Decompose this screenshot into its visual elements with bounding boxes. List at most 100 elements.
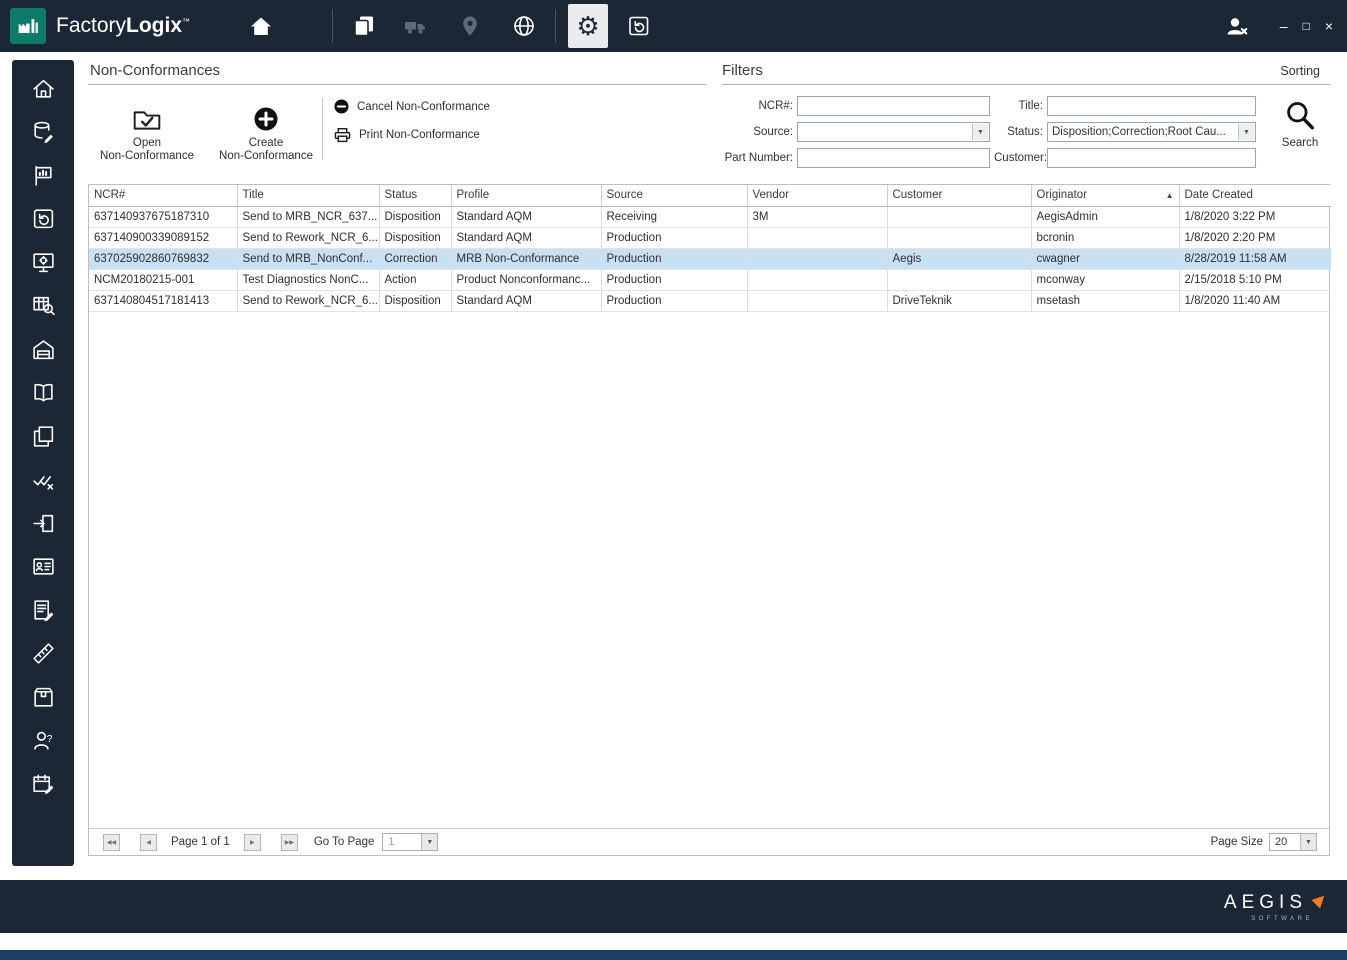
- cancel-nonconformance-button[interactable]: Cancel Non-Conformance: [334, 99, 490, 114]
- grid-header-row: NCR#TitleStatusProfileSourceVendorCustom…: [89, 185, 1331, 206]
- cell: 3M: [747, 206, 887, 227]
- settings-gear-icon[interactable]: ⚙: [568, 4, 608, 48]
- column-header-source[interactable]: Source: [601, 185, 747, 206]
- print-nonconformance-button[interactable]: Print Non-Conformance: [334, 127, 480, 143]
- filters-underline: [722, 84, 1330, 85]
- home-icon[interactable]: [27, 74, 59, 102]
- cell: [887, 227, 1031, 248]
- create-label-line2: Non-Conformance: [210, 150, 322, 163]
- cell: 637025902860769832: [89, 248, 237, 269]
- id-card-icon[interactable]: [27, 553, 59, 581]
- database-pencil-icon[interactable]: [27, 118, 59, 146]
- cell: Send to Rework_NCR_6...: [237, 290, 379, 311]
- goto-page-value: 1: [388, 834, 394, 850]
- table-row[interactable]: 637140804517181413Send to Rework_NCR_6..…: [89, 290, 1331, 311]
- pages-icon[interactable]: [347, 9, 381, 43]
- customer-input[interactable]: [1047, 148, 1256, 168]
- flag-chart-icon[interactable]: [27, 161, 59, 189]
- plus-circle-icon: [210, 102, 322, 132]
- topbar-divider-2: [555, 9, 556, 43]
- user-question-icon[interactable]: ?: [27, 727, 59, 755]
- cell: 1/8/2020 3:22 PM: [1179, 206, 1331, 227]
- chevron-down-icon[interactable]: ▼: [1300, 834, 1316, 850]
- first-page-button[interactable]: ◀◀: [103, 834, 120, 851]
- title-input[interactable]: [1047, 96, 1256, 116]
- column-header-date-created[interactable]: Date Created: [1179, 185, 1331, 206]
- cell: [747, 227, 887, 248]
- table-row[interactable]: 637140937675187310Send to MRB_NCR_637...…: [89, 206, 1331, 227]
- note-pencil-icon[interactable]: [27, 596, 59, 624]
- open-book-icon[interactable]: [27, 379, 59, 407]
- source-dropdown[interactable]: ▼: [797, 122, 990, 142]
- nonconformance-grid: NCR#TitleStatusProfileSourceVendorCustom…: [88, 184, 1330, 856]
- user-logout-icon[interactable]: [1220, 9, 1254, 43]
- cell: NCM20180215-001: [89, 269, 237, 290]
- cell: Send to MRB_NonConf...: [237, 248, 379, 269]
- table-row[interactable]: NCM20180215-001Test Diagnostics NonC...A…: [89, 269, 1331, 290]
- toolbar-divider: [322, 98, 323, 160]
- chevron-down-icon[interactable]: ▼: [972, 124, 988, 140]
- column-header-status[interactable]: Status: [379, 185, 451, 206]
- bottom-accent-strip: [0, 950, 1347, 960]
- table-row[interactable]: 637025902860769832Send to MRB_NonConf...…: [89, 248, 1331, 269]
- double-check-icon[interactable]: [27, 466, 59, 494]
- cell: Production: [601, 290, 747, 311]
- pages-icon[interactable]: [27, 422, 59, 450]
- map-pin-icon[interactable]: [453, 9, 487, 43]
- factory-logo-icon: [14, 12, 42, 40]
- cell: Send to MRB_NCR_637...: [237, 206, 379, 227]
- part-number-input[interactable]: [797, 148, 990, 168]
- status-value: Disposition;Correction;Root Cau...: [1052, 123, 1237, 141]
- calendar-pencil-icon[interactable]: [27, 770, 59, 798]
- cell: Receiving: [601, 206, 747, 227]
- cell: [747, 290, 887, 311]
- next-page-button[interactable]: ▶: [244, 834, 261, 851]
- status-dropdown[interactable]: Disposition;Correction;Root Cau... ▼: [1047, 122, 1256, 142]
- aegis-arrow-icon: [1311, 891, 1329, 909]
- ruler-pencil-icon[interactable]: [27, 640, 59, 668]
- column-header-ncr-[interactable]: NCR#: [89, 185, 237, 206]
- create-nonconformance-button[interactable]: Create Non-Conformance: [210, 102, 322, 163]
- minus-circle-icon: [334, 99, 349, 114]
- open-label-line2: Non-Conformance: [94, 150, 200, 163]
- goto-page-input[interactable]: 1 ▼: [382, 833, 438, 851]
- column-header-originator[interactable]: Originator▲: [1031, 185, 1179, 206]
- warehouse-icon[interactable]: [27, 335, 59, 363]
- box-import-icon[interactable]: [27, 509, 59, 537]
- svg-text:?: ?: [46, 734, 52, 745]
- page-size-dropdown[interactable]: 20 ▼: [1269, 833, 1317, 851]
- close-button[interactable]: ×: [1325, 19, 1333, 33]
- column-header-customer[interactable]: Customer: [887, 185, 1031, 206]
- cell: Disposition: [379, 227, 451, 248]
- open-nonconformance-button[interactable]: Open Non-Conformance: [94, 102, 200, 163]
- home-icon[interactable]: [244, 9, 278, 43]
- cell: 1/8/2020 11:40 AM: [1179, 290, 1331, 311]
- create-label-line1: Create: [210, 137, 322, 150]
- cell: [887, 206, 1031, 227]
- restore-box-icon[interactable]: [27, 205, 59, 233]
- table-row[interactable]: 637140900339089152Send to Rework_NCR_6..…: [89, 227, 1331, 248]
- ncr-input[interactable]: [797, 96, 990, 116]
- sorting-link[interactable]: Sorting: [1280, 64, 1320, 78]
- search-button[interactable]: Search: [1275, 100, 1325, 149]
- grid-search-icon[interactable]: [27, 292, 59, 320]
- minimize-button[interactable]: –: [1280, 19, 1288, 33]
- monitor-gear-icon[interactable]: [27, 248, 59, 276]
- source-value: [802, 123, 971, 141]
- chevron-down-icon[interactable]: ▼: [421, 834, 437, 850]
- left-sidebar: ?: [12, 60, 74, 866]
- maximize-button[interactable]: □: [1303, 20, 1310, 32]
- globe-icon[interactable]: [507, 9, 541, 43]
- column-header-title[interactable]: Title: [237, 185, 379, 206]
- last-page-button[interactable]: ▶▶: [281, 834, 298, 851]
- column-header-profile[interactable]: Profile: [451, 185, 601, 206]
- truck-icon[interactable]: [399, 9, 433, 43]
- restore-icon[interactable]: [622, 9, 656, 43]
- package-icon[interactable]: [27, 683, 59, 711]
- previous-page-button[interactable]: ◀: [140, 834, 157, 851]
- cell: [887, 269, 1031, 290]
- chevron-down-icon[interactable]: ▼: [1238, 124, 1254, 140]
- filters-title: Filters: [722, 62, 763, 79]
- column-header-vendor[interactable]: Vendor: [747, 185, 887, 206]
- topbar-divider-1: [332, 9, 333, 43]
